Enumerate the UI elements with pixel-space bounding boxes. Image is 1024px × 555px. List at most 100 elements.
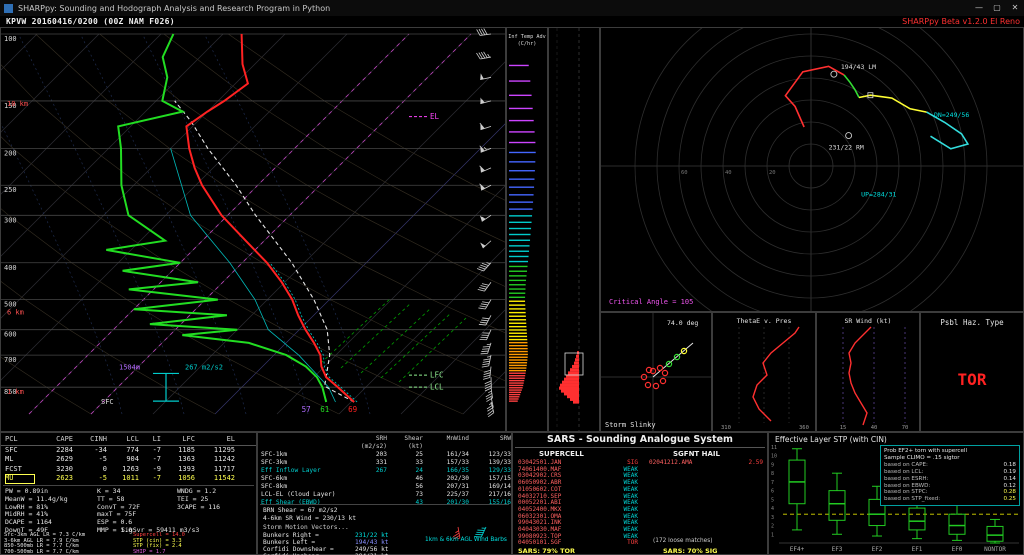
parcel-row-ML[interactable]: ML2629-5904-7136311242 (1, 455, 256, 465)
svg-text:40: 40 (725, 170, 732, 176)
minimize-button[interactable]: — (970, 0, 988, 16)
station-title: KPVW 20160416/0200 (00Z NAM F026) (6, 16, 175, 27)
parcel-row-SFC[interactable]: SFC2284-34774-7118511295 (1, 446, 256, 456)
maximize-button[interactable]: ▢ (988, 0, 1006, 16)
legend-item: based on CAPE:0.18 (884, 462, 1016, 469)
sr-wind-4-6km: 4-6km SR Wind = 230/13 kt (263, 515, 356, 522)
svg-text:1: 1 (771, 532, 774, 538)
wind-barb-icon (482, 354, 491, 369)
stp-box-EF0 (949, 504, 965, 541)
legend-items: based on CAPE:0.18based on LCL:0.19based… (884, 462, 1016, 503)
svg-text:SFC: SFC (101, 398, 114, 406)
parcel-row-MU[interactable]: MU2623-51011-7105611542 (1, 474, 256, 484)
parcel-thermo-panel: PCLCAPECINHLCLLILFCELSFC2284-34774-71185… (0, 432, 257, 555)
temp-advection-canvas (549, 28, 599, 431)
skewt-plot[interactable]: 100150200250300400500600700850ELLFCLCL15… (0, 27, 506, 432)
svg-text:EF0: EF0 (952, 546, 963, 553)
svg-text:1504m: 1504m (119, 363, 140, 371)
legend-line-2: Sample CLIMO = .15 sigtor (884, 455, 1016, 462)
stp-boxplot-panel: 1234567891011EF4+EF3EF2EF1EF0NONTOR Effe… (768, 432, 1024, 555)
sars-loose-matches: (172 loose matches) (653, 538, 712, 544)
svg-text:NONTOR: NONTOR (984, 546, 1006, 553)
svg-text:70: 70 (902, 425, 909, 431)
svg-text:EF4+: EF4+ (790, 546, 805, 553)
legend-item: based on ESRH:0.14 (884, 476, 1016, 483)
svg-text:69: 69 (348, 405, 357, 414)
svg-text:300: 300 (4, 216, 17, 224)
hodograph-trace (844, 75, 859, 98)
svg-text:6: 6 (771, 489, 774, 495)
hazard-type-inset[interactable]: Psbl Haz. TypeTOR (920, 312, 1024, 432)
titlebar: SHARPpy: Sounding and Hodograph Analysis… (0, 0, 1024, 16)
storm-motion-header: Storm Motion Vectors... (263, 524, 349, 531)
storm-motion-marker[interactable] (831, 71, 837, 77)
dewpoint-trace (106, 34, 326, 402)
wind-barb-icon (477, 258, 491, 272)
svg-text:9: 9 (771, 462, 774, 468)
wind-barb-icon (481, 341, 491, 356)
hodograph-trace (785, 66, 844, 127)
divider (515, 447, 765, 448)
sars-hail-match[interactable]: 02041212.AMA2.59 (649, 460, 763, 467)
svg-text:20: 20 (769, 170, 776, 176)
sr-wind-inset[interactable]: 154070SR Wind (kt) (816, 312, 920, 432)
sars-panel: SARS - Sounding Analogue System SUPERCEL… (512, 432, 768, 555)
shear-row-SFC-1km: SFC-1km20325161/34123/33 (258, 451, 511, 459)
window-controls: — ▢ ✕ (970, 0, 1024, 16)
svg-text:11: 11 (771, 445, 777, 451)
stp-box-EF3 (829, 473, 845, 534)
hodograph-plot[interactable]: 204060231/22 RM194/43 LMDN=249/56UP=284/… (600, 27, 1024, 312)
svg-text:600: 600 (4, 331, 17, 339)
svg-text:10: 10 (771, 454, 777, 460)
parcel-row-FCST[interactable]: FCST323001263-9139311717 (1, 465, 256, 475)
stp-legend: Prob EF2+ torn with supercell Sample CLI… (880, 445, 1020, 506)
wind-barb-icon (479, 312, 491, 327)
shear-row-LCL-EL (Cloud Layer): LCL-EL (Cloud Layer)73225/37217/16 (258, 491, 511, 499)
svg-text:EF3: EF3 (832, 546, 843, 553)
thermo-col-1: PW = 0.89inMeanW = 11.4g/kgLowRH = 81%Mi… (5, 488, 68, 535)
legend-item: based on EBWD:0.12 (884, 483, 1016, 490)
wind-barb-icon (478, 278, 491, 293)
svg-text:57: 57 (302, 405, 311, 414)
legend-item: based on STPC:0.28 (884, 489, 1016, 496)
app-header: KPVW 20160416/0200 (00Z NAM F026) SHARPp… (0, 16, 1024, 27)
svg-text:231/22 RM: 231/22 RM (829, 144, 864, 152)
storm-slinky-inset[interactable]: 74.0 degStorm Slinky (600, 312, 712, 432)
wind-barb-icon (478, 296, 491, 311)
barbs-caption: 1km & 6km AGL Wind Barbs (422, 537, 510, 543)
sars-supercell-list: 03042501.JANSIG74061400.MAFWEAK03042902.… (518, 460, 638, 547)
composite-indices: Supercell = 14.0STP (cin) = 3.3STP (fix)… (133, 533, 185, 555)
wind-barb-icon (479, 236, 491, 248)
svg-text:1 km: 1 km (7, 388, 24, 396)
svg-text:250: 250 (4, 186, 17, 194)
kinematics-panel: SRH (m2/s2)Shear (kt)MnWindSRWSFC-1km203… (257, 432, 512, 555)
svg-text:200: 200 (4, 149, 17, 157)
storm-motion-vector: Bunkers Left =194/43 kt (263, 539, 389, 546)
svg-text:EL: EL (430, 112, 440, 121)
sars-hail-result: SARS: 70% SIG (663, 547, 718, 555)
svg-text:DN=249/56: DN=249/56 (934, 111, 969, 119)
legend-item: based on LCL:0.19 (884, 469, 1016, 476)
storm-motion-marker[interactable] (846, 133, 852, 139)
thermo-col-3: WNDG = 1.2TEI = 253CAPE = 116 (177, 488, 220, 511)
sr-wind-canvas: 154070SR Wind (kt) (817, 313, 919, 431)
composite-index: SHIP = 1.7 (133, 550, 185, 555)
close-button[interactable]: ✕ (1006, 0, 1024, 16)
wind-barb-icon (479, 120, 491, 130)
wind-barb-icon (477, 28, 491, 36)
svg-text:700: 700 (4, 356, 17, 364)
thermo-stat: 3CAPE = 116 (177, 504, 220, 512)
svg-text:EF2: EF2 (872, 546, 883, 553)
thetae-canvas: ThetaE v. Pres310360 (713, 313, 815, 431)
storm-motion-vector: Corfidi Downshear =249/56 kt (263, 546, 389, 553)
wind-barb-icon (479, 71, 491, 79)
svg-text:310: 310 (721, 425, 731, 431)
svg-text:360: 360 (799, 425, 809, 431)
svg-text:Psbl Haz. Type: Psbl Haz. Type (940, 318, 1004, 327)
wind-barb-icon (478, 162, 491, 172)
svg-text:2: 2 (771, 524, 774, 530)
divider (3, 485, 254, 486)
lapse-rate: 700-500mb LR = 7.7 C/km (4, 550, 85, 555)
thetae-inset[interactable]: ThetaE v. Pres310360 (712, 312, 816, 432)
svg-text:40: 40 (871, 425, 878, 431)
